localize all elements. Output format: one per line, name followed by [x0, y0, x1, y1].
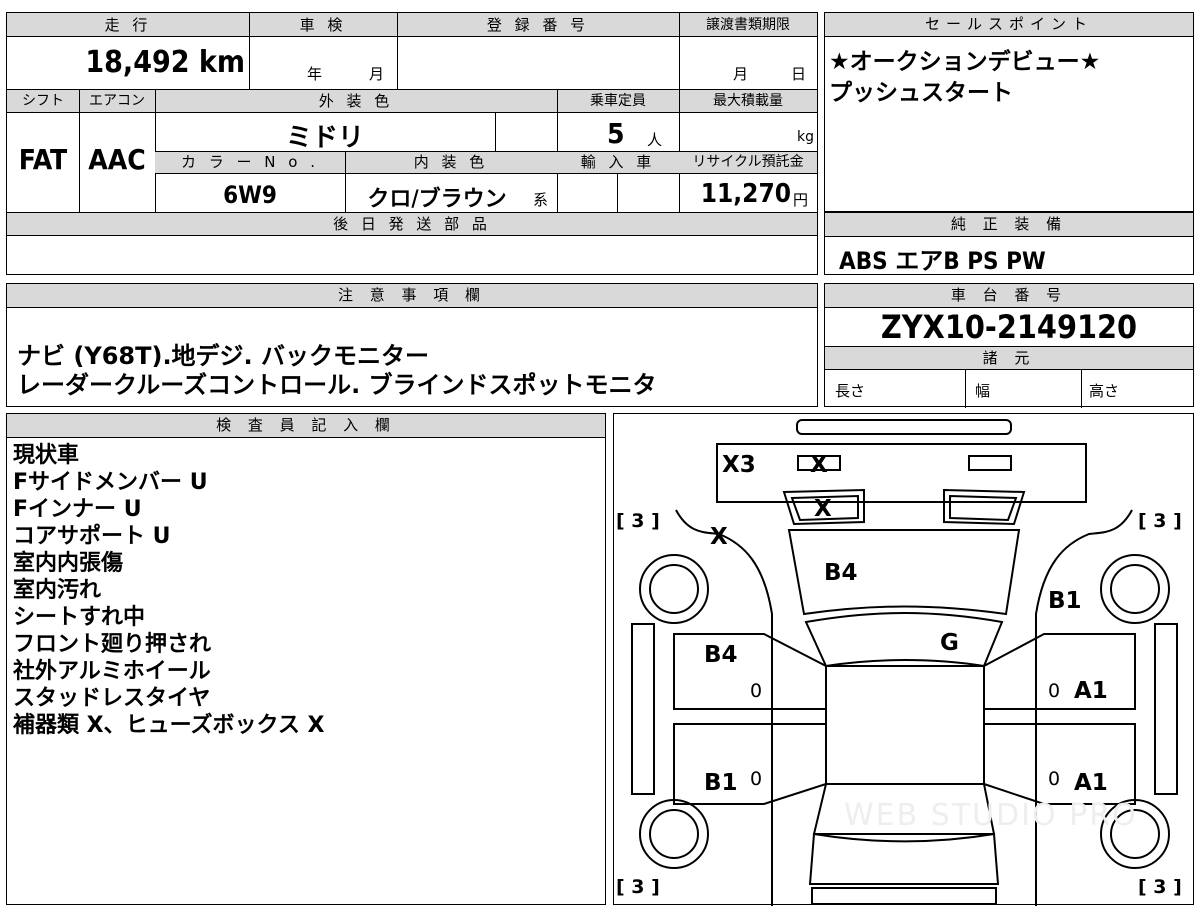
inspector-line-4: コアサポート U: [13, 524, 171, 549]
capacity-label: 乗車定員: [590, 93, 646, 109]
capacity-unit: 人: [647, 131, 663, 149]
mark-x-left: X: [710, 524, 728, 550]
inspection-label: 車 検: [299, 16, 347, 34]
sales-line-2: プッシュスタート: [829, 80, 1013, 106]
mark-b4-lfdoor: B4: [704, 642, 738, 668]
mark-zero-2: 0: [1048, 680, 1061, 702]
recycle-value: 11,270: [700, 179, 791, 209]
watermark: WEB STUDIO PRO: [844, 798, 1138, 833]
notes-line-1: ナビ (Y68T).地デジ. バックモニター: [17, 342, 430, 370]
inspector-box: 検 査 員 記 入 欄 現状車 Fサイドメンバー U Fインナー U コアサポー…: [6, 413, 606, 905]
interior-color-value: クロ/ブラウン: [367, 187, 507, 212]
sales-point-box: セールスポイント ★オークションデビュー★ プッシュスタート: [824, 12, 1194, 212]
mark-x3: X3: [722, 452, 756, 478]
mark-g-glass: G: [940, 630, 959, 656]
registration-label: 登 録 番 号: [486, 16, 590, 34]
specs-label: 諸 元: [825, 347, 1193, 370]
mark-x-grille: X: [814, 496, 832, 522]
mark-b1-lrdoor: B1: [704, 770, 738, 796]
inspection-month: 月: [369, 65, 385, 83]
chassis-value: ZYX10-2149120: [880, 308, 1138, 346]
transfer-month: 月: [733, 65, 749, 83]
exterior-color-value: ミドリ: [285, 123, 364, 153]
tire-tread-fr: [ 3 ]: [1138, 510, 1182, 532]
inspection-year: 年: [307, 65, 323, 83]
mark-x-top: X: [810, 452, 828, 478]
interior-color-label: 内 装 色: [413, 153, 489, 171]
mark-a1-rfdoor: A1: [1074, 678, 1108, 704]
equipment-box: 純 正 装 備 ABS エアB PS PW: [824, 212, 1194, 275]
shift-label: シフト: [22, 93, 64, 109]
exterior-color-label: 外 装 色: [318, 92, 394, 110]
inspector-line-8: フロント廻り押され: [13, 632, 212, 657]
capacity-value: 5: [607, 117, 625, 150]
recycle-unit: 円: [793, 191, 809, 209]
tire-tread-rr: [ 3 ]: [1138, 876, 1182, 898]
mark-zero-4: 0: [1048, 768, 1061, 790]
notes-line-2: レーダークルーズコントロール. ブラインドスポットモニタ: [17, 371, 657, 399]
notes-label: 注 意 事 項 欄: [7, 284, 817, 308]
mark-zero-1: 0: [750, 680, 763, 702]
inspector-line-6: 室内汚れ: [13, 578, 102, 603]
inspector-label: 検 査 員 記 入 欄: [7, 414, 605, 438]
inspector-line-3: Fインナー U: [13, 497, 142, 522]
inspector-line-5: 室内内張傷: [13, 551, 124, 576]
inspector-line-2: Fサイドメンバー U: [13, 470, 208, 495]
inspector-line-7: シートすれ中: [13, 605, 146, 630]
shift-value: FAT: [18, 143, 68, 176]
color-no-value: 6W9: [223, 181, 277, 209]
mark-b1-rf: B1: [1048, 588, 1082, 614]
inspector-line-1: 現状車: [13, 443, 80, 468]
recycle-label: リサイクル預託金: [692, 154, 804, 170]
inspector-line-9: 社外アルミホイール: [13, 659, 211, 684]
transfer-day: 日: [791, 65, 807, 83]
transfer-deadline-label: 譲渡書類期限: [706, 17, 790, 33]
vehicle-info-table: 走 行 車 検 登 録 番 号 譲渡書類期限 18,492 km 年 月 月 日…: [6, 12, 818, 275]
mileage-unit: km: [198, 45, 245, 80]
tire-tread-rl: [ 3 ]: [616, 876, 660, 898]
damage-diagram: X3 X X X B4 B1 G B4 A1 B1 A1 0 0 0 0 [ 3…: [613, 413, 1194, 906]
interior-color-suffix: 系: [533, 191, 549, 209]
import-label: 輸 入 車: [580, 153, 656, 171]
equipment-value: ABS エアB PS PW: [839, 247, 1046, 275]
ac-label: エアコン: [89, 93, 145, 109]
width-label: 幅: [975, 382, 991, 400]
mileage-label: 走 行: [104, 16, 152, 34]
tire-tread-fl: [ 3 ]: [616, 510, 660, 532]
inspector-line-11: 補器類 X、ヒューズボックス X: [13, 713, 325, 738]
max-load-unit: kg: [797, 129, 814, 145]
mark-zero-3: 0: [750, 768, 763, 790]
max-load-label: 最大積載量: [713, 93, 783, 109]
notes-box: 注 意 事 項 欄 ナビ (Y68T).地デジ. バックモニター レーダークルー…: [6, 283, 818, 407]
chassis-label: 車 台 番 号: [825, 284, 1193, 308]
height-label: 高さ: [1089, 382, 1120, 400]
sales-line-1: ★オークションデビュー★: [829, 49, 1101, 75]
mileage-value-row: 18,492 km: [7, 39, 245, 87]
ac-value: AAC: [88, 143, 146, 176]
length-label: 長さ: [835, 382, 866, 400]
mark-b4-hood: B4: [824, 560, 858, 586]
color-no-label: カ ラ ー N o .: [180, 153, 319, 171]
later-parts-label: 後 日 発 送 部 品: [333, 215, 491, 233]
mark-a1-rrdoor: A1: [1074, 770, 1108, 796]
equipment-label: 純 正 装 備: [825, 213, 1193, 237]
inspector-line-10: スタッドレスタイヤ: [13, 686, 211, 711]
chassis-box: 車 台 番 号 ZYX10-2149120 諸 元 長さ 幅 高さ: [824, 283, 1194, 408]
mileage-value: 18,492: [85, 45, 190, 80]
sales-point-label: セールスポイント: [825, 13, 1193, 37]
